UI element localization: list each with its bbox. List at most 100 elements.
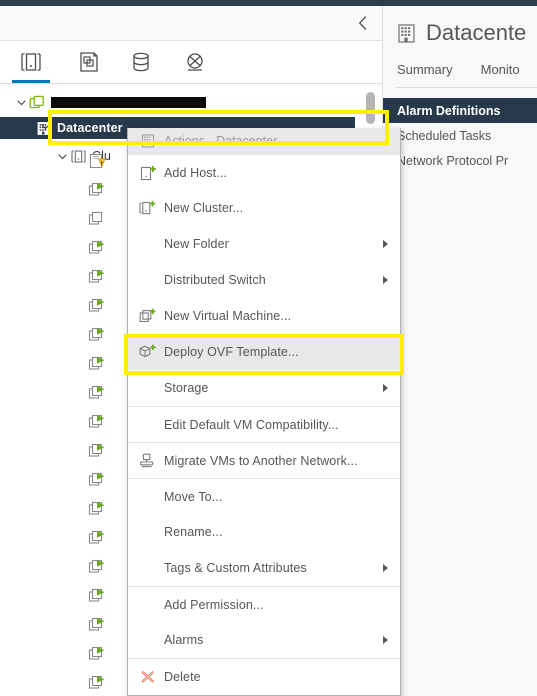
tree-row-vm[interactable] — [0, 465, 130, 494]
detail-pane: Datacente Summary Monito Alarm Definitio… — [382, 6, 537, 696]
tree-row-vm[interactable] — [0, 552, 130, 581]
tree-row-vm[interactable] — [0, 349, 130, 378]
no-icon — [138, 235, 158, 253]
menu-item-tags-and-custom-attributes[interactable]: Tags & Custom Attributes — [128, 550, 400, 586]
menu-item-label: New Cluster... — [164, 201, 244, 215]
sidebar-item-network-protocol-profiles[interactable]: Network Protocol Pr — [383, 148, 537, 173]
datastore-icon — [129, 50, 153, 74]
menu-item-new-cluster[interactable]: New Cluster... — [128, 190, 400, 226]
vsphere-client-window: Datacenter Clu — [0, 0, 537, 696]
vm-powered-on-icon — [88, 530, 106, 546]
menu-item-add-permission[interactable]: Add Permission... — [128, 586, 400, 622]
menu-item-label: New Folder — [164, 237, 229, 251]
tree-row-vm[interactable] — [0, 233, 130, 262]
tree-row-vm[interactable] — [0, 523, 130, 552]
menu-item-storage[interactable]: Storage — [128, 370, 400, 406]
no-icon — [138, 523, 158, 541]
vm-powered-on-icon — [88, 588, 106, 604]
vm-powered-on-icon — [88, 240, 106, 256]
tree-row-vm[interactable] — [0, 378, 130, 407]
inventory-tabs — [0, 41, 382, 84]
menu-item-distributed-switch[interactable]: Distributed Switch — [128, 262, 400, 298]
sidebar-item-label: Scheduled Tasks — [397, 128, 492, 143]
network-globe-icon — [183, 50, 207, 74]
tree-row-vm[interactable] — [0, 407, 130, 436]
vm-powered-on-icon — [88, 617, 106, 633]
menu-item-migrate-vms-to-another-network[interactable]: Migrate VMs to Another Network... — [128, 442, 400, 478]
menu-item-label: Delete — [164, 669, 201, 684]
tree-row-vm[interactable] — [0, 610, 130, 639]
vm-powered-on-icon — [88, 646, 106, 662]
new-vm-icon — [138, 307, 158, 325]
delete-icon — [138, 668, 158, 686]
datacenter-icon — [138, 132, 158, 150]
sidebar-item-label: Network Protocol Pr — [397, 153, 509, 168]
menu-item-delete[interactable]: Delete — [128, 658, 400, 694]
tab-monitor[interactable]: Monito — [481, 62, 520, 77]
menu-item-rename[interactable]: Rename... — [128, 514, 400, 550]
tree-label-datacenter: Datacenter — [57, 121, 123, 135]
tree-row-vcenter[interactable] — [0, 91, 382, 113]
menu-item-label: Migrate VMs to Another Network... — [164, 453, 358, 468]
tree-row-vm[interactable] — [0, 436, 130, 465]
no-icon — [138, 559, 158, 577]
chevron-left-icon[interactable] — [352, 13, 372, 33]
menu-item-edit-default-vm-compatibility[interactable]: Edit Default VM Compatibility... — [128, 406, 400, 442]
submenu-arrow-icon — [383, 636, 388, 644]
no-icon — [138, 271, 158, 289]
menu-item-label: Add Host... — [164, 165, 227, 180]
vcenter-icon — [28, 94, 46, 110]
datacenter-context-menu: Actions - Datacenter Add Host... New Clu… — [127, 128, 401, 696]
tree-row-vm[interactable] — [0, 175, 130, 204]
no-icon — [138, 488, 158, 506]
vm-powered-on-icon — [88, 559, 106, 575]
menu-item-new-folder[interactable]: New Folder — [128, 226, 400, 262]
vm-powered-on-icon — [88, 675, 106, 691]
menu-item-label: Tags & Custom Attributes — [164, 561, 307, 575]
menu-item-add-host[interactable]: Add Host... — [128, 154, 400, 190]
vm-powered-on-icon — [88, 298, 106, 314]
tree-row-vm-template[interactable] — [0, 204, 130, 233]
tree-row-vm[interactable] — [0, 291, 130, 320]
tree-row-host-warning[interactable] — [0, 146, 130, 175]
host-warning-icon — [88, 153, 106, 169]
menu-item-label: Add Permission... — [164, 597, 264, 612]
tree-row-vm[interactable] — [0, 581, 130, 610]
inventory-pane-header — [0, 6, 382, 40]
submenu-arrow-icon — [383, 240, 388, 248]
sidebar-item-scheduled-tasks[interactable]: Scheduled Tasks — [383, 123, 537, 148]
chevron-down-icon-datacenter[interactable] — [38, 119, 52, 133]
tree-row-vm[interactable] — [0, 494, 130, 523]
tree-row-vm[interactable] — [0, 320, 130, 349]
tab-summary[interactable]: Summary — [397, 62, 453, 77]
vm-template-icon — [77, 50, 101, 74]
new-cluster-icon — [138, 199, 158, 217]
menu-item-label: Deploy OVF Template... — [164, 345, 299, 359]
detail-sub-nav: Alarm Definitions Scheduled Tasks Networ… — [383, 98, 537, 173]
vm-powered-on-icon — [88, 385, 106, 401]
menu-item-alarms[interactable]: Alarms — [128, 622, 400, 658]
menu-item-new-virtual-machine[interactable]: New Virtual Machine... — [128, 298, 400, 334]
vm-powered-on-icon — [88, 472, 106, 488]
vm-powered-on-icon — [88, 443, 106, 459]
host-cluster-icon — [19, 50, 43, 74]
tree-row-vm[interactable] — [0, 668, 130, 696]
inventory-tab-storage[interactable] — [114, 44, 168, 80]
menu-item-label: Storage — [164, 381, 209, 395]
inventory-tab-networking[interactable] — [168, 44, 222, 80]
submenu-arrow-icon — [383, 276, 388, 284]
chevron-down-icon[interactable] — [14, 95, 28, 109]
inventory-tabs-underline — [0, 83, 382, 84]
tree-row-vm[interactable] — [0, 262, 130, 291]
inventory-tab-vms-and-templates[interactable] — [62, 44, 116, 80]
tree-row-vm[interactable] — [0, 639, 130, 668]
vm-powered-on-icon — [88, 182, 106, 198]
vm-powered-on-icon — [88, 269, 106, 285]
page-title: Datacente — [397, 20, 526, 46]
vcenter-name-redacted — [51, 96, 206, 108]
sidebar-item-alarm-definitions[interactable]: Alarm Definitions — [383, 98, 537, 123]
menu-item-move-to[interactable]: Move To... — [128, 478, 400, 514]
inventory-scrollbar-thumb[interactable] — [366, 92, 375, 124]
menu-item-deploy-ovf-template[interactable]: Deploy OVF Template... — [128, 334, 400, 370]
inventory-tab-hosts-and-clusters[interactable] — [4, 44, 58, 83]
